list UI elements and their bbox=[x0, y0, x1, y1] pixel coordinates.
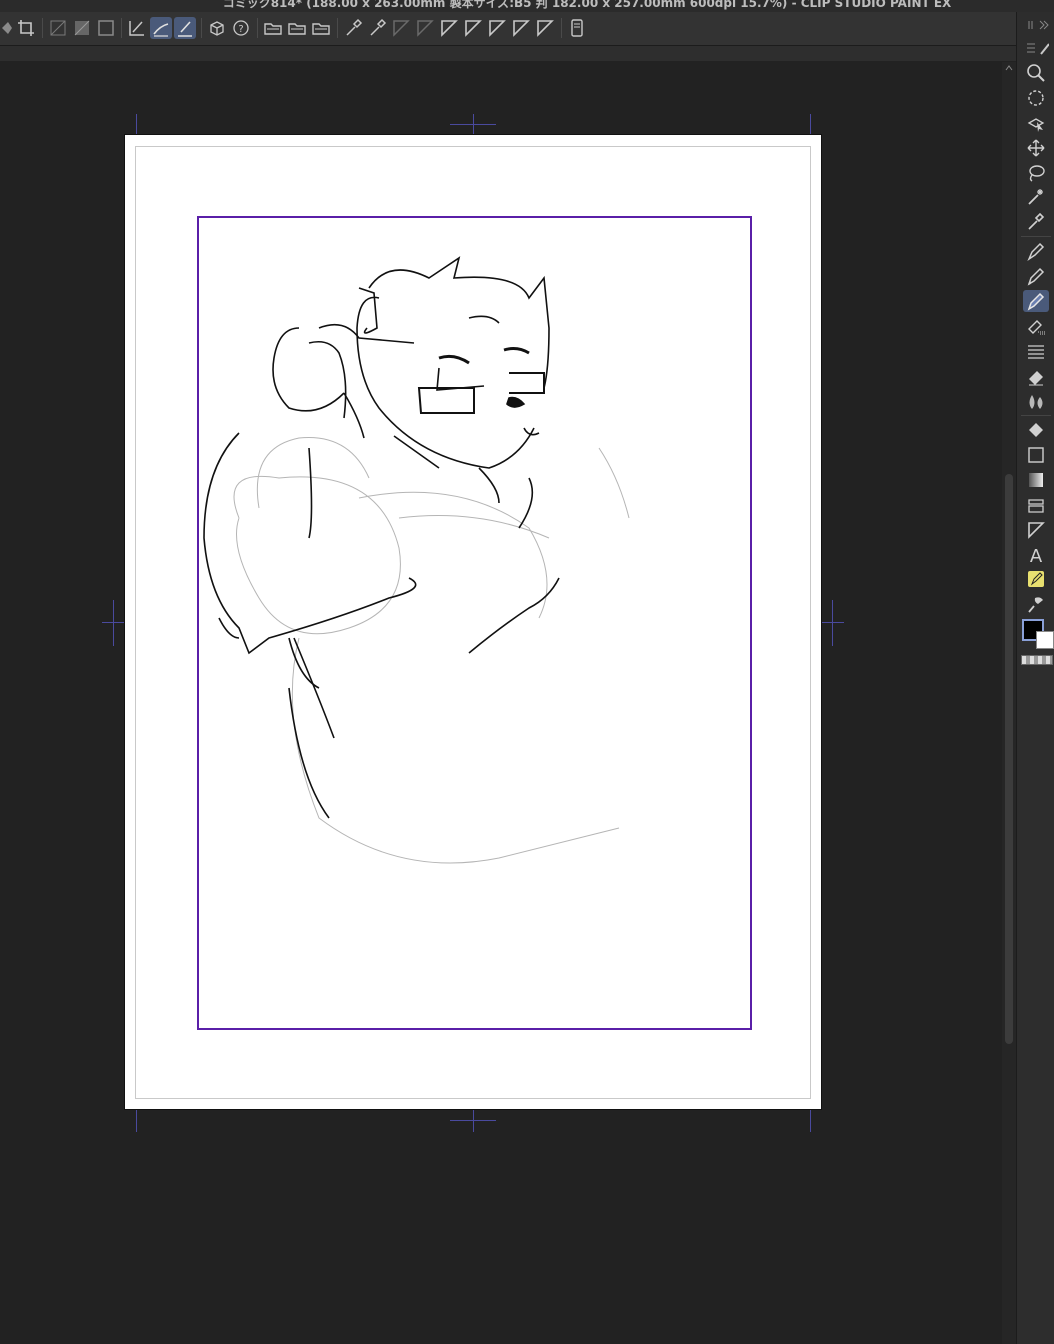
triangle-ruler-icon[interactable] bbox=[462, 17, 484, 39]
triangle-ruler-icon[interactable] bbox=[414, 17, 436, 39]
zoom-icon[interactable] bbox=[1023, 62, 1049, 84]
crop-mark bbox=[822, 622, 844, 623]
crop-mark bbox=[113, 600, 114, 646]
eyedropper-icon[interactable] bbox=[1023, 211, 1049, 233]
triangle-ruler-icon[interactable] bbox=[486, 17, 508, 39]
figure-icon[interactable] bbox=[1023, 444, 1049, 466]
pen-rule-icon[interactable] bbox=[126, 17, 148, 39]
scrollbar-thumb[interactable] bbox=[1005, 474, 1013, 1044]
decoration-icon[interactable] bbox=[1023, 340, 1049, 362]
eyedropper-icon[interactable] bbox=[342, 17, 364, 39]
frame-icon[interactable] bbox=[95, 17, 117, 39]
tool-palette: A bbox=[1016, 12, 1054, 1344]
help-icon[interactable]: ? bbox=[230, 17, 252, 39]
vertical-scrollbar[interactable] bbox=[1002, 62, 1016, 1344]
fill-icon[interactable] bbox=[1023, 419, 1049, 441]
gradient-icon[interactable] bbox=[1023, 469, 1049, 491]
blend-icon[interactable] bbox=[1023, 390, 1049, 412]
manuscript-page[interactable] bbox=[125, 135, 821, 1109]
curve-rule-icon[interactable] bbox=[150, 17, 172, 39]
command-bar-secondary bbox=[0, 46, 1016, 61]
svg-text:?: ? bbox=[238, 24, 243, 35]
crop-mark bbox=[810, 1110, 811, 1132]
open-folder-icon[interactable] bbox=[262, 17, 284, 39]
3d-icon[interactable] bbox=[206, 17, 228, 39]
window-title: コミック814* (188.00 x 263.00mm 製本サイズ:B5 判 1… bbox=[222, 0, 952, 10]
triangle-ruler-icon[interactable] bbox=[390, 17, 412, 39]
show-outside-icon[interactable] bbox=[71, 17, 93, 39]
crop-mark bbox=[832, 600, 833, 646]
balloon-icon[interactable] bbox=[1023, 593, 1049, 615]
triangle-ruler-icon[interactable] bbox=[438, 17, 460, 39]
open-folder-icon[interactable] bbox=[310, 17, 332, 39]
eraser-icon[interactable] bbox=[1023, 365, 1049, 387]
eyedropper-icon[interactable] bbox=[366, 17, 388, 39]
triangle-ruler-icon[interactable] bbox=[510, 17, 532, 39]
crop-icon[interactable] bbox=[15, 17, 37, 39]
menu-icon[interactable] bbox=[1023, 40, 1049, 56]
crop-mark bbox=[810, 114, 811, 136]
sub-color-swatch[interactable] bbox=[1036, 631, 1054, 649]
crop-mark bbox=[136, 114, 137, 136]
lasso-icon[interactable] bbox=[1023, 162, 1049, 184]
pencil-icon[interactable] bbox=[1023, 265, 1049, 287]
panel-menu-icon[interactable] bbox=[1023, 18, 1049, 32]
open-folder-icon[interactable] bbox=[286, 17, 308, 39]
text-tool-glyph: A bbox=[1030, 546, 1043, 565]
crop-mark bbox=[473, 1110, 474, 1132]
triangle-ruler-icon[interactable] bbox=[534, 17, 556, 39]
pen-icon[interactable] bbox=[1023, 240, 1049, 262]
crop-mark bbox=[136, 1110, 137, 1132]
move-icon[interactable] bbox=[1023, 137, 1049, 159]
rotate-icon[interactable] bbox=[1023, 87, 1049, 109]
airbrush-icon[interactable] bbox=[1023, 315, 1049, 337]
window-title-bar: コミック814* (188.00 x 263.00mm 製本サイズ:B5 判 1… bbox=[0, 0, 1054, 12]
crop-mark bbox=[473, 114, 474, 136]
fill-icon[interactable] bbox=[0, 17, 12, 39]
straight-rule-icon[interactable] bbox=[174, 17, 196, 39]
ruler-icon[interactable] bbox=[1023, 519, 1049, 541]
correction-icon[interactable] bbox=[1023, 568, 1049, 590]
panel-frame[interactable] bbox=[197, 216, 752, 1030]
frame-border-icon[interactable] bbox=[1023, 494, 1049, 516]
magic-wand-icon[interactable] bbox=[1023, 186, 1049, 208]
text-icon[interactable]: A bbox=[1023, 544, 1049, 566]
hide-outside-icon[interactable] bbox=[47, 17, 69, 39]
chevron-up-icon[interactable] bbox=[1005, 64, 1013, 72]
device-icon[interactable] bbox=[566, 17, 588, 39]
transparent-color-swatch[interactable] bbox=[1021, 655, 1053, 665]
command-bar: ? bbox=[0, 12, 1016, 46]
object-select-icon[interactable] bbox=[1023, 112, 1049, 134]
sketch-drawing bbox=[203, 256, 630, 864]
brush-icon[interactable] bbox=[1023, 290, 1049, 312]
